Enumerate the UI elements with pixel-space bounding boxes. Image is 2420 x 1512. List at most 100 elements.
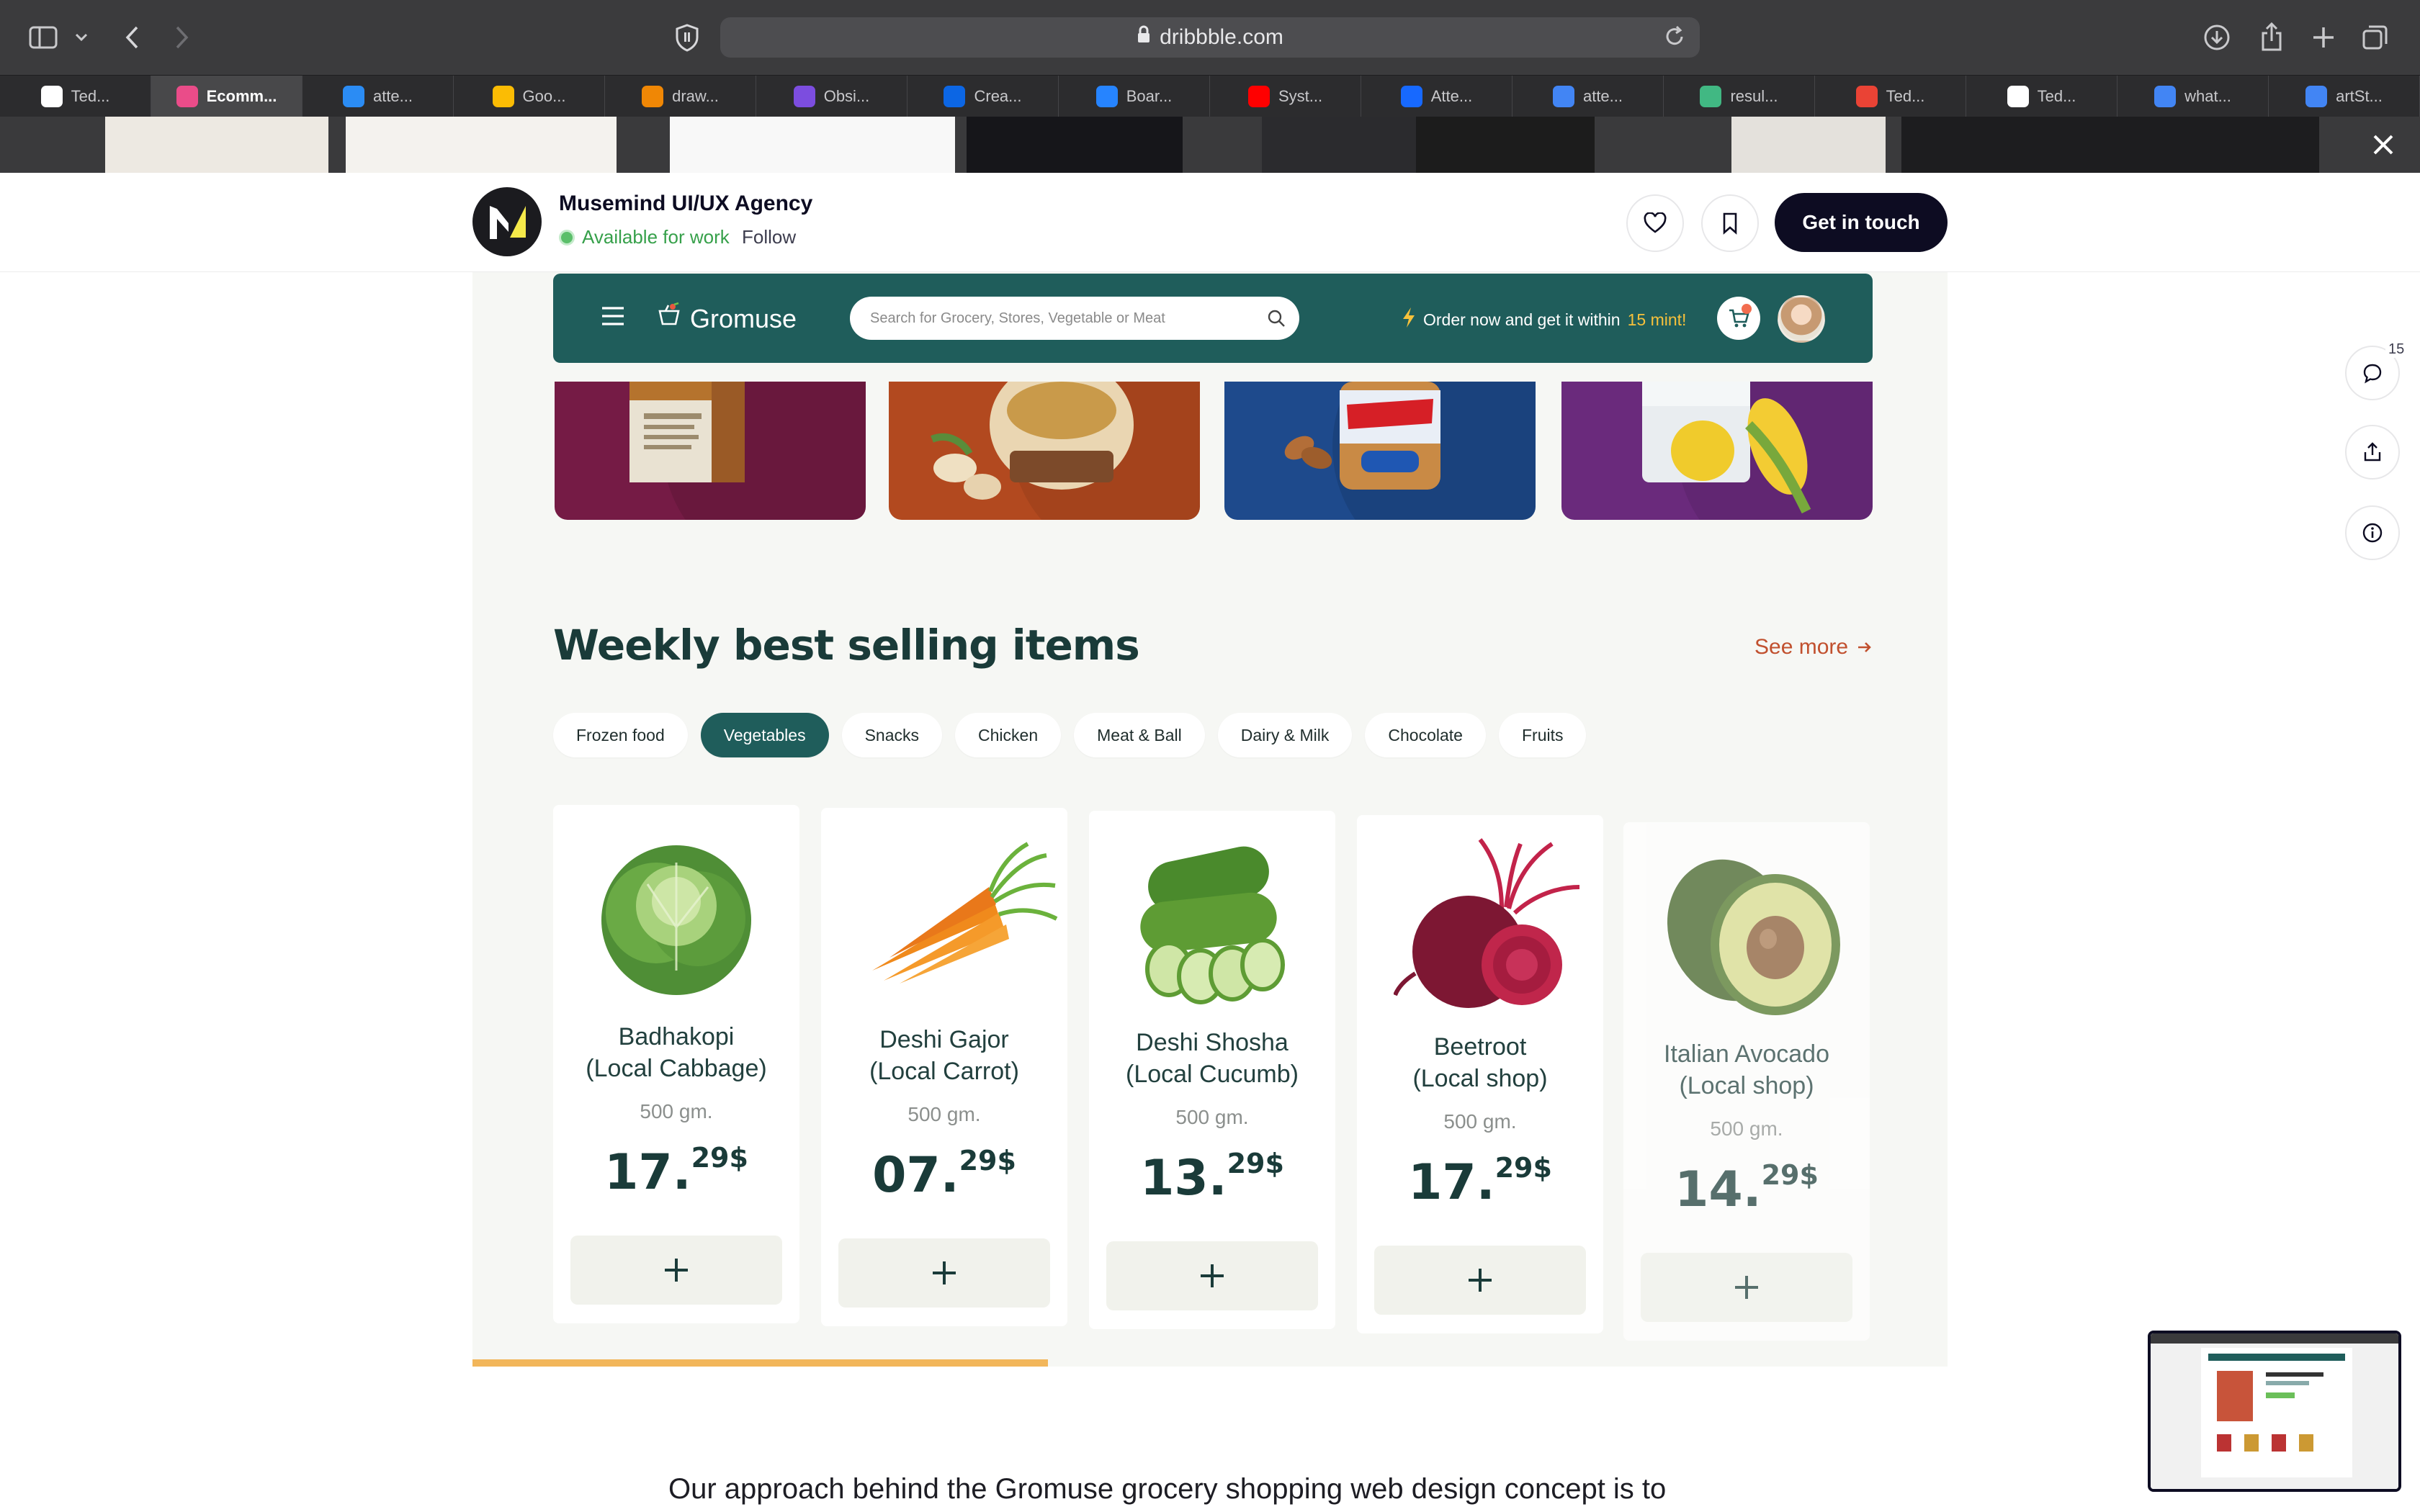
product-card[interactable]: Beetroot (Local shop) 500 gm. 17.29$ — [1357, 815, 1603, 1333]
search-input[interactable]: Search for Grocery, Stores, Vegetable or… — [850, 297, 1299, 340]
add-to-cart-button[interactable] — [570, 1236, 782, 1305]
chevron-down-icon[interactable] — [71, 24, 92, 50]
menu-icon[interactable] — [601, 305, 625, 330]
browser-tab[interactable]: artSt... — [2269, 76, 2420, 117]
address-bar[interactable]: dribbble.com — [720, 17, 1700, 58]
product-price: 17.29$ — [604, 1142, 748, 1201]
tab-label: what... — [2184, 86, 2231, 105]
save-button[interactable] — [1701, 194, 1759, 252]
shot-preview-thumbnail[interactable] — [2148, 1331, 2401, 1492]
category-chip[interactable]: Fruits — [1498, 713, 1587, 757]
shield-icon[interactable] — [670, 20, 704, 55]
backdrop-card — [1731, 117, 1886, 173]
follow-button[interactable]: Follow — [742, 226, 796, 248]
tab-label: atte... — [372, 86, 413, 105]
cart-button[interactable] — [1717, 297, 1760, 340]
banner-organic-peanut-butter[interactable] — [889, 382, 1200, 520]
product-name: Italian Avocado (Local shop) — [1664, 1040, 1829, 1099]
tab-label: Goo... — [522, 86, 566, 105]
plus-icon — [1735, 1276, 1758, 1299]
category-chip[interactable]: Frozen food — [553, 713, 688, 757]
browser-tab[interactable]: Ecomm... — [151, 76, 302, 117]
add-to-cart-button[interactable] — [1641, 1253, 1852, 1322]
browser-tab[interactable]: Obsi... — [756, 76, 908, 117]
close-icon[interactable] — [2365, 127, 2401, 163]
carousel-scroll-thumb[interactable] — [472, 1359, 1048, 1367]
product-card[interactable]: Badhakopi (Local Cabbage) 500 gm. 17.29$ — [553, 805, 799, 1323]
add-to-cart-button[interactable] — [1374, 1246, 1586, 1315]
promo-highlight: 15 mint! — [1627, 310, 1687, 329]
banner-skippy-peanut-butter[interactable] — [1224, 382, 1536, 520]
like-button[interactable] — [1626, 194, 1684, 252]
cabbage-image — [590, 827, 763, 1007]
banner-kernel-corn[interactable] — [1561, 382, 1873, 520]
get-in-touch-button[interactable]: Get in touch — [1775, 193, 1948, 252]
browser-tab[interactable]: atte... — [302, 76, 454, 117]
category-chip[interactable]: Chocolate — [1365, 713, 1486, 757]
browser-tab[interactable]: Atte... — [1361, 76, 1512, 117]
bookmark-icon — [1723, 212, 1737, 235]
product-name: Deshi Shosha (Local Cucumb) — [1126, 1029, 1299, 1088]
browser-tab[interactable]: Syst... — [1210, 76, 1361, 117]
browser-tab[interactable]: Crea... — [908, 76, 1059, 117]
browser-tab[interactable]: resul... — [1664, 76, 1815, 117]
tab-label: Obsi... — [823, 86, 870, 105]
browser-tab[interactable]: Boar... — [1059, 76, 1210, 117]
share-button[interactable] — [2345, 425, 2400, 480]
product-price: 13.29$ — [1140, 1148, 1284, 1207]
url-text: dribbble.com — [1160, 25, 1283, 49]
reload-icon[interactable] — [1662, 24, 1687, 55]
share-icon — [2364, 442, 2381, 462]
search-icon[interactable] — [1266, 308, 1286, 333]
brand[interactable]: Gromuse — [657, 302, 797, 335]
forward-icon[interactable] — [164, 20, 199, 55]
author-name[interactable]: Musemind UI/UX Agency — [559, 192, 812, 216]
lock-icon — [1137, 25, 1151, 50]
behance-icon — [1400, 85, 1422, 107]
browser-tab[interactable]: Ted... — [1966, 76, 2118, 117]
basket-icon — [657, 302, 683, 335]
category-chip[interactable]: Meat & Ball — [1074, 713, 1205, 757]
download-icon[interactable] — [2200, 20, 2234, 55]
browser-tab[interactable]: what... — [2118, 76, 2269, 117]
product-card[interactable]: Deshi Gajor (Local Carrot) 500 gm. 07.29$ — [821, 808, 1067, 1326]
banner-flour[interactable] — [555, 382, 866, 520]
product-card[interactable]: Italian Avocado (Local shop) 500 gm. 14.2… — [1623, 822, 1870, 1341]
tab-label: Ted... — [71, 86, 110, 105]
tab-overview-icon[interactable] — [2358, 20, 2393, 55]
browser-tab[interactable]: Ted... — [0, 76, 151, 117]
category-chip[interactable]: Vegetables — [700, 713, 829, 757]
product-card[interactable]: Deshi Shosha (Local Cucumb) 500 gm. 13.29… — [1089, 811, 1335, 1329]
product-weight: 500 gm. — [1175, 1106, 1249, 1128]
user-avatar[interactable] — [1778, 295, 1825, 343]
c-icon — [342, 85, 364, 107]
category-chip[interactable]: Chicken — [955, 713, 1062, 757]
share-icon[interactable] — [2254, 19, 2289, 55]
add-to-cart-button[interactable] — [1106, 1241, 1318, 1310]
agency-logo[interactable] — [472, 187, 542, 256]
backdrop-card — [967, 117, 1183, 173]
sidebar-toggle-icon[interactable] — [26, 22, 60, 53]
browser-tab[interactable]: atte... — [1512, 76, 1664, 117]
tab-label: artSt... — [2336, 86, 2383, 105]
backdrop-card — [670, 117, 955, 173]
browser-tab[interactable]: draw... — [605, 76, 756, 117]
product-weight: 500 gm. — [1710, 1117, 1783, 1140]
comment-count: 15 — [2385, 341, 2408, 358]
carousel-scroll-track[interactable] — [472, 1359, 1948, 1367]
see-more-link[interactable]: See more — [1754, 635, 1873, 660]
browser-tab[interactable]: Goo... — [454, 76, 605, 117]
browser-tab[interactable]: Ted... — [1815, 76, 1966, 117]
plus-icon — [933, 1261, 956, 1284]
category-chip[interactable]: Snacks — [841, 713, 943, 757]
shot-canvas: Gromuse Search for Grocery, Stores, Vege… — [472, 272, 1948, 1367]
new-tab-icon[interactable] — [2306, 20, 2341, 55]
category-chip[interactable]: Dairy & Milk — [1217, 713, 1353, 757]
plus-icon — [1469, 1269, 1492, 1292]
product-name: Beetroot (Local shop) — [1412, 1033, 1548, 1092]
tab-bar: Ted... Ecomm... atte... Goo... draw... Obsi..… — [0, 75, 2420, 117]
tab-label: Syst... — [1278, 86, 1323, 105]
add-to-cart-button[interactable] — [838, 1238, 1050, 1308]
details-button[interactable] — [2345, 505, 2400, 560]
back-icon[interactable] — [115, 20, 150, 55]
